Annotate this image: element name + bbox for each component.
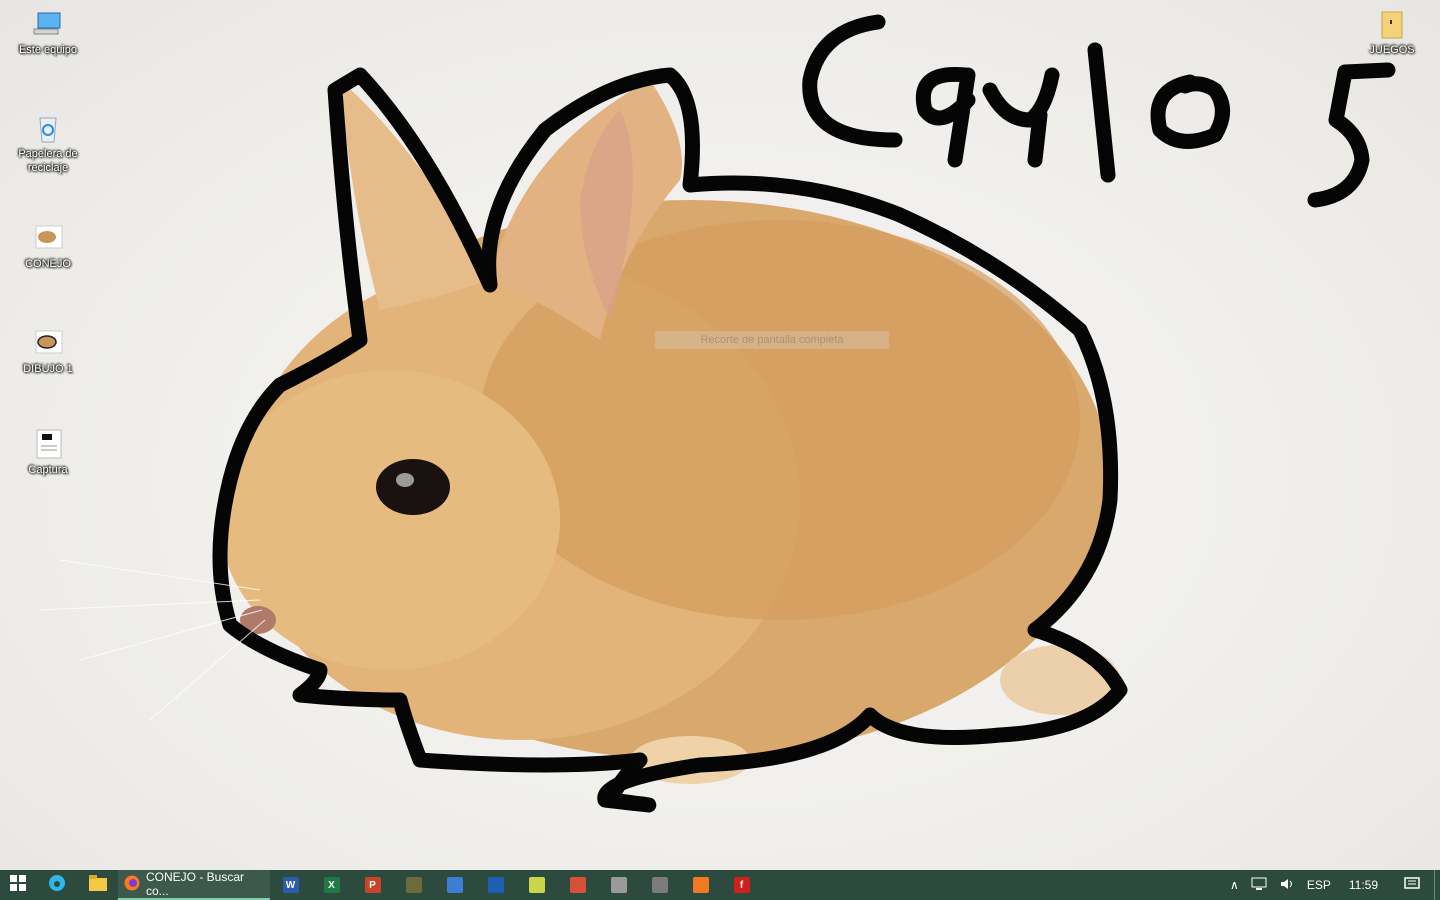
- screenshot-overlay-text: Recorte de pantalla completa: [655, 331, 889, 349]
- network-icon: [1251, 877, 1267, 894]
- taskbar-app-2[interactable]: [434, 870, 475, 900]
- app-icon: [405, 877, 422, 893]
- taskbar-powerpoint[interactable]: P: [352, 870, 393, 900]
- desktop-icon-recycle-bin[interactable]: Papelera de reciclaje: [10, 112, 86, 175]
- show-desktop-button[interactable]: [1434, 870, 1440, 900]
- taskbar-app-1[interactable]: [393, 870, 434, 900]
- chevron-up-icon: ∧: [1230, 878, 1239, 892]
- desktop-icon-dibujo[interactable]: DIBUJO 1: [10, 327, 86, 376]
- taskbar-xampp[interactable]: [680, 870, 721, 900]
- taskbar-firefox-window[interactable]: CONEJO - Buscar co...: [118, 870, 270, 900]
- notepad-icon: [528, 877, 545, 893]
- excel-icon: X: [323, 877, 340, 893]
- desktop-wallpaper: [0, 0, 1440, 870]
- paint-icon: [569, 877, 586, 893]
- taskbar: CONEJO - Buscar co... W X P f ∧ ESP 11:5…: [0, 870, 1440, 900]
- taskbar-paint[interactable]: [557, 870, 598, 900]
- file-explorer-icon: [88, 874, 107, 896]
- taskbar-edge[interactable]: [36, 870, 77, 900]
- start-button[interactable]: [0, 870, 36, 900]
- taskbar-file-explorer[interactable]: [77, 870, 118, 900]
- notifications-icon: [1404, 876, 1420, 894]
- computer-icon: [32, 8, 64, 40]
- system-tray: ∧ ESP 11:59: [1224, 870, 1440, 900]
- action-center-button[interactable]: [1390, 870, 1434, 900]
- tray-language[interactable]: ESP: [1301, 870, 1337, 900]
- desktop-icon-label: CONEJO: [25, 258, 71, 270]
- app-icon: [487, 877, 504, 893]
- flash-icon: f: [733, 877, 750, 893]
- image-file-icon: [32, 327, 64, 359]
- desktop-icon-label: Captura: [28, 464, 68, 476]
- tray-network-button[interactable]: [1245, 870, 1273, 900]
- folder-icon: [1376, 8, 1408, 40]
- edge-icon: [48, 874, 66, 897]
- firefox-icon: [124, 875, 140, 894]
- volume-icon: [1279, 877, 1295, 894]
- desktop-icon-captura[interactable]: Captura: [10, 428, 86, 477]
- desktop-icon-label: Papelera de reciclaje: [18, 148, 78, 174]
- app-icon: [610, 877, 627, 893]
- taskbar-notepad[interactable]: [516, 870, 557, 900]
- desktop-icon-label: Este equipo: [18, 44, 78, 56]
- taskbar-excel[interactable]: X: [311, 870, 352, 900]
- taskbar-app-5[interactable]: [639, 870, 680, 900]
- taskbar-app-3[interactable]: [475, 870, 516, 900]
- image-file-icon: [32, 222, 64, 254]
- desktop-icon-juegos[interactable]: JUEGOS: [1354, 8, 1430, 57]
- tray-overflow-button[interactable]: ∧: [1224, 870, 1245, 900]
- desktop-icon-conejo[interactable]: CONEJO: [10, 222, 86, 271]
- app-icon: [651, 877, 668, 893]
- start-icon: [10, 874, 26, 896]
- word-icon: W: [282, 877, 299, 893]
- desktop-icon-label: JUEGOS: [1369, 44, 1415, 56]
- bunny-drawing: [39, 14, 1396, 813]
- desktop-icon-label: DIBUJO 1: [23, 363, 73, 375]
- taskbar-word[interactable]: W: [270, 870, 311, 900]
- taskbar-flash[interactable]: f: [721, 870, 762, 900]
- recycle-bin-icon: [32, 112, 64, 144]
- image-file-icon: [32, 428, 64, 460]
- app-icon: [446, 877, 463, 893]
- desktop-icon-this-pc[interactable]: Este equipo: [10, 8, 86, 57]
- firefox-window-title: CONEJO - Buscar co...: [146, 870, 245, 898]
- powerpoint-icon: P: [364, 877, 381, 893]
- taskbar-app-4[interactable]: [598, 870, 639, 900]
- xampp-icon: [692, 877, 709, 893]
- tray-volume-button[interactable]: [1273, 870, 1301, 900]
- tray-clock[interactable]: 11:59: [1337, 870, 1390, 900]
